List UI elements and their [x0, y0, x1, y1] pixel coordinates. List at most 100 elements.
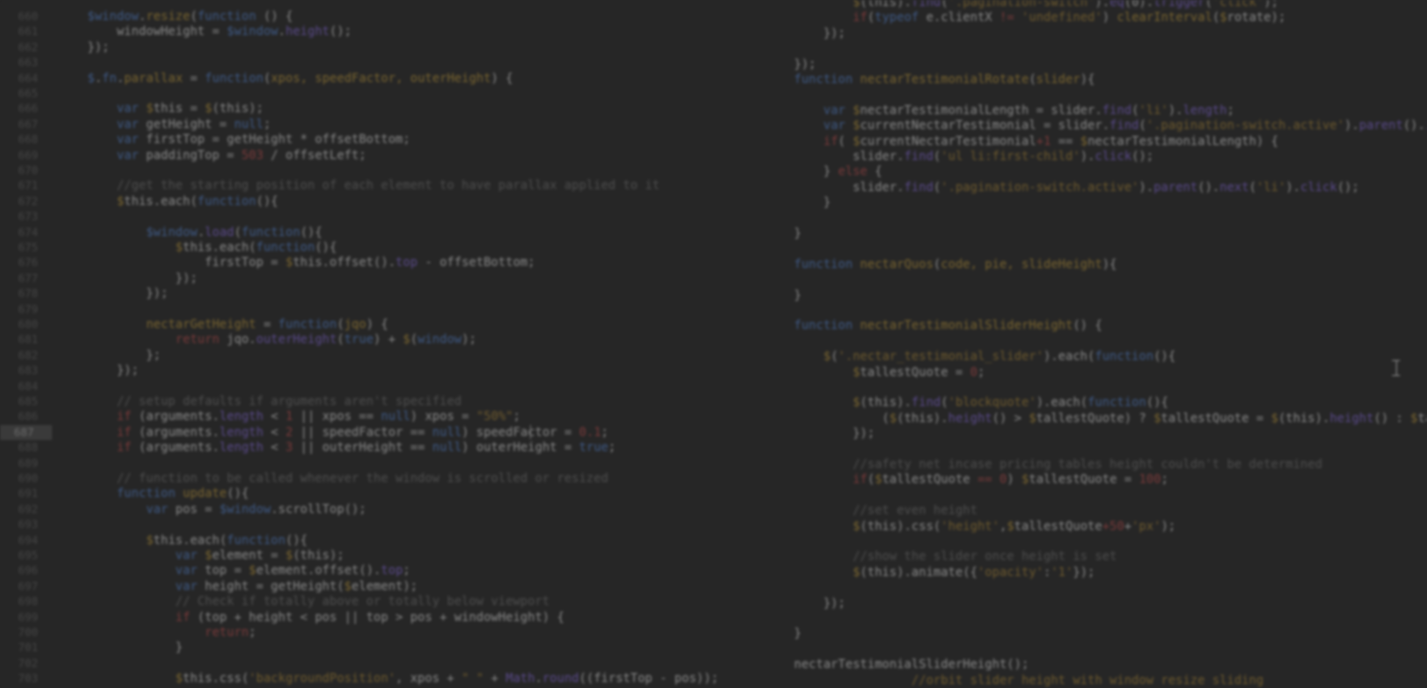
code-token: 100	[1138, 472, 1161, 487]
code-token: ().	[1197, 179, 1220, 194]
code-token: ,	[999, 518, 1007, 533]
code-token: function	[241, 224, 301, 239]
code-token: else	[838, 164, 868, 179]
code-token: $	[852, 102, 861, 117]
code-token: update	[182, 486, 227, 501]
code-token: 0	[999, 472, 1007, 487]
line-number: 685	[18, 395, 38, 408]
code-token: ) outerHeight =	[461, 440, 580, 455]
code-line: //get the starting position of each elem…	[58, 178, 660, 193]
code-token: slider	[1036, 72, 1081, 86]
code-token: || xpos ==	[292, 409, 381, 424]
line-number: 672	[18, 194, 38, 208]
code-line: });	[794, 26, 845, 41]
code-token: return	[175, 332, 220, 347]
code-token: );	[1263, 0, 1279, 9]
code-token: $	[852, 133, 861, 148]
code-line: } else {	[794, 164, 882, 179]
code-token: {	[867, 164, 883, 179]
code-line: }	[794, 226, 801, 241]
code-token: function	[256, 240, 315, 254]
code-line: $.fn.parallax = function(xpos, speedFact…	[58, 71, 513, 86]
code-token: tallestQuote =	[1160, 410, 1271, 425]
code-token: () >	[992, 410, 1029, 425]
code-token: top	[395, 255, 418, 270]
code-token: ).	[1080, 149, 1095, 163]
code-line: var pos = $window.scrollTop();	[58, 502, 366, 517]
code-token: };	[58, 347, 161, 362]
code-token: var	[823, 118, 846, 133]
code-token: height	[285, 24, 330, 39]
code-token: (	[867, 472, 875, 487]
code-token: });	[794, 426, 875, 441]
code-token: slider.	[794, 149, 905, 163]
code-line: // Check if totally above or totally bel…	[58, 594, 550, 609]
code-line: });	[794, 426, 875, 441]
code-token: , xpos +	[395, 671, 462, 686]
line-number: 669	[18, 148, 38, 162]
code-token: +	[483, 671, 506, 686]
code-editor[interactable]: 660 661 662 663 664 665 666 667 668 669 670 671 672 6…	[0, 0, 1427, 688]
line-number-gutter: 660 661 662 663 664 665 666 667 668 669 670 671 672 6…	[0, 0, 52, 688]
code-token: }	[794, 626, 802, 641]
code-token: $	[852, 0, 861, 9]
code-token: jqo.	[219, 332, 257, 347]
code-token: 'undefined'	[1021, 10, 1103, 25]
code-token: $	[285, 255, 293, 270]
code-token: function	[1094, 349, 1154, 364]
code-token: }	[794, 226, 802, 240]
code-token: var	[175, 563, 198, 578]
code-token: if	[175, 609, 191, 624]
editor-pane-left[interactable]: $window.resize(function () { windowHeigh…	[52, 0, 742, 688]
code-line: var firstTop = getHeight * offsetBottom;	[58, 132, 411, 147]
code-token: $	[1153, 410, 1161, 425]
code-line: slider.find('.pagination-switch.active')…	[794, 180, 1359, 195]
code-line: if($tallestQuote == 0) $tallestQuote = 1…	[794, 472, 1169, 487]
code-token: ).each(	[1036, 395, 1088, 410]
code-line: var height = getHeight($element);	[58, 578, 417, 594]
line-number: 675	[18, 241, 38, 254]
line-number: 664	[18, 71, 38, 85]
code-token: clearInterval	[1116, 10, 1213, 25]
code-token: this.each(	[124, 193, 198, 208]
code-token: ) xpos =	[410, 409, 477, 424]
code-line: if( $currentNectarTestimonial+1 == $nect…	[794, 134, 1278, 149]
code-line: nectarGetHeight = function(jqo) {	[58, 317, 388, 332]
editor-pane-right[interactable]: $(this).find('.pagination-switch').eq(0)…	[742, 0, 1427, 688]
code-token: if	[852, 10, 868, 25]
line-number: 666	[18, 102, 38, 116]
code-token: //set even height	[794, 503, 978, 518]
code-token: function	[204, 70, 264, 85]
code-token: (arguments.	[131, 409, 220, 424]
code-token: function	[278, 317, 337, 331]
code-token: null	[380, 409, 411, 424]
code-token: (){	[1153, 349, 1176, 364]
code-line: });	[794, 57, 816, 72]
code-token: $	[344, 578, 352, 593]
code-token: tallestQuote) ?	[1036, 410, 1154, 425]
code-token: length	[219, 424, 264, 439]
code-token: // Check if totally above or totally bel…	[58, 594, 550, 609]
code-token: });	[794, 56, 817, 71]
code-token: $window	[87, 9, 139, 23]
code-token: parent	[1359, 118, 1404, 133]
code-token: (	[933, 256, 941, 271]
code-token: !=	[999, 10, 1015, 25]
code-token: }	[794, 195, 831, 210]
code-token: this.each(	[153, 532, 227, 547]
code-token: ).each(	[1043, 349, 1095, 364]
line-number: 682	[18, 348, 38, 362]
code-token: $	[175, 240, 183, 254]
line-number: 696	[18, 564, 38, 578]
line-number: 684	[18, 379, 38, 393]
code-token: (this);	[292, 548, 345, 562]
code-token: function	[197, 193, 257, 208]
